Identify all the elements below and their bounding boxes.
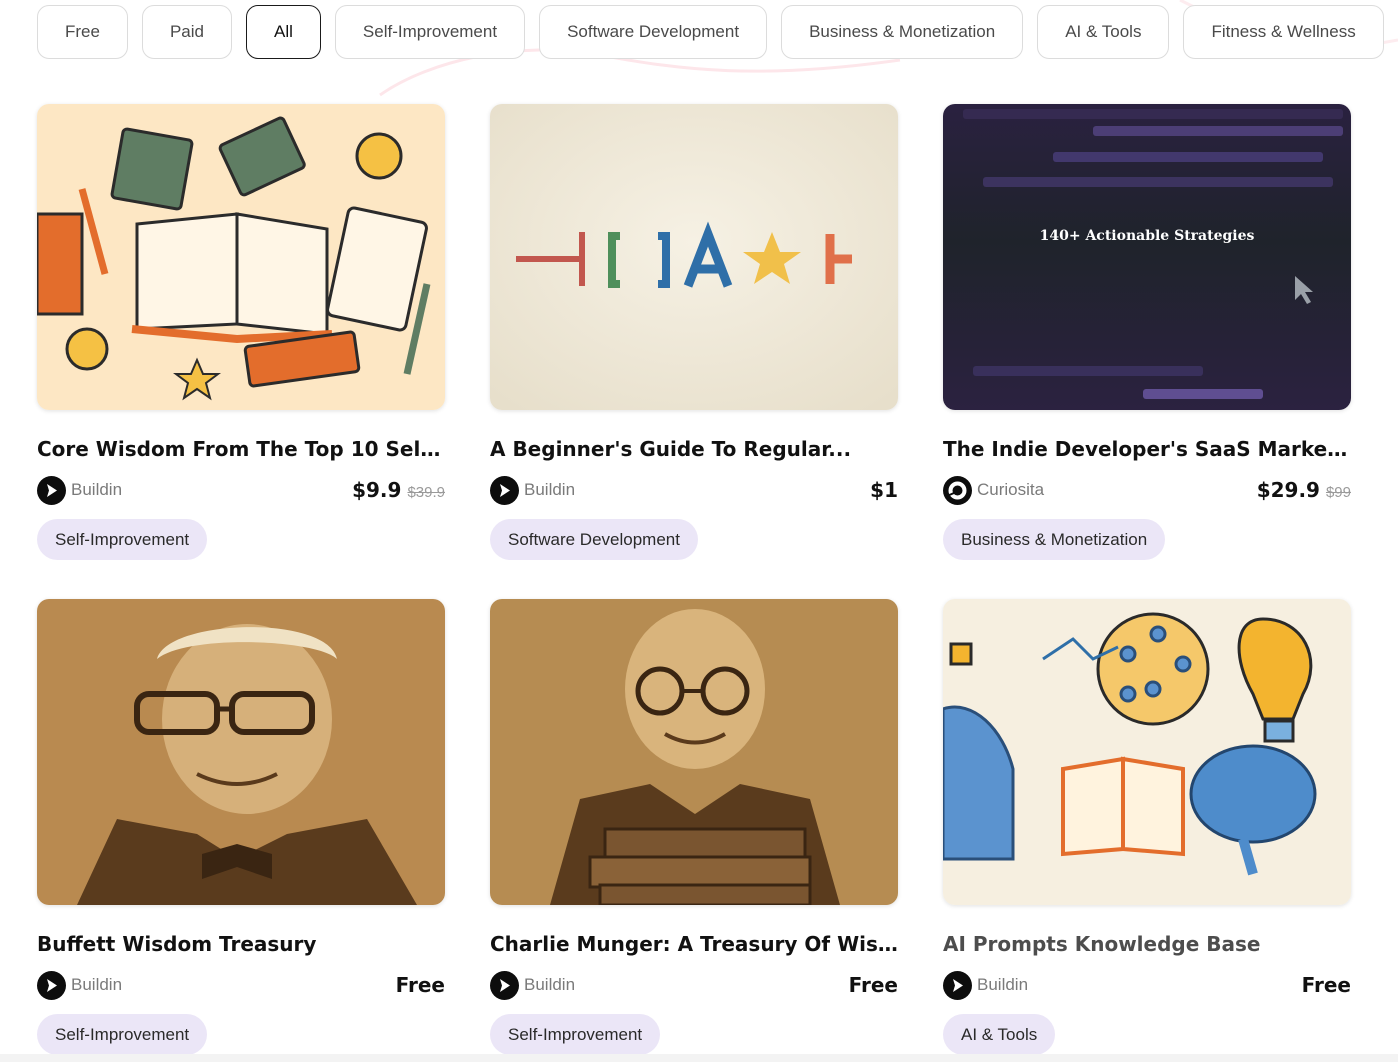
price: $9.9 $39.9 — [352, 478, 445, 502]
product-thumbnail[interactable] — [943, 599, 1351, 905]
buildin-logo-icon — [490, 475, 519, 505]
product-card[interactable]: A Beginner's Guide To Regular... Buildin… — [490, 104, 898, 560]
product-card[interactable]: 140+ Actionable Strategies The Indie Dev… — [943, 104, 1351, 560]
category-tag[interactable]: Self-Improvement — [37, 1014, 208, 1055]
regex-symbols-icon — [490, 104, 898, 410]
product-card[interactable]: Core Wisdom From The Top 10 Self-... Bui… — [37, 104, 445, 560]
engraved-portrait-bowtie-icon — [37, 599, 445, 905]
product-thumbnail[interactable] — [37, 104, 445, 410]
category-tag[interactable]: Self-Improvement — [490, 1014, 661, 1055]
filter-chip-paid[interactable]: Paid — [141, 5, 232, 59]
product-thumbnail[interactable] — [37, 599, 445, 905]
buildin-logo-icon — [37, 475, 66, 505]
ai-brain-illustration-icon — [943, 599, 1351, 905]
engraved-portrait-books-icon — [490, 599, 898, 905]
price: Free — [1302, 973, 1351, 997]
author[interactable]: Buildin — [37, 475, 123, 505]
product-title[interactable]: AI Prompts Knowledge Base — [943, 930, 1351, 958]
curiosita-logo-icon — [943, 475, 972, 505]
filter-chip-business-monetization[interactable]: Business & Monetization — [781, 5, 1024, 59]
category-tag[interactable]: AI & Tools — [943, 1014, 1056, 1055]
code-screen-icon — [943, 104, 1351, 410]
filter-chip-ai-tools[interactable]: AI & Tools — [1037, 5, 1170, 59]
filter-chip-fitness-wellness[interactable]: Fitness & Wellness — [1183, 5, 1384, 59]
product-title[interactable]: The Indie Developer's SaaS Marketing... — [943, 435, 1351, 463]
filter-chip-software-development[interactable]: Software Development — [539, 5, 768, 59]
product-thumbnail[interactable] — [490, 104, 898, 410]
author[interactable]: Buildin — [490, 475, 576, 505]
author-name: Buildin — [977, 975, 1029, 994]
current-price: Free — [1301, 973, 1351, 997]
product-thumbnail[interactable]: 140+ Actionable Strategies — [943, 104, 1351, 410]
original-price: $99 — [1325, 484, 1351, 501]
product-title[interactable]: Buffett Wisdom Treasury — [37, 930, 445, 958]
product-card[interactable]: AI Prompts Knowledge Base Buildin Free A… — [943, 599, 1351, 1055]
books-illustration-icon — [37, 104, 445, 410]
price: $29.9 $99 — [1257, 478, 1351, 502]
author-name: Buildin — [71, 480, 123, 499]
price: Free — [396, 973, 445, 997]
thumbnail-caption: 140+ Actionable Strategies — [1039, 228, 1255, 244]
author[interactable]: Buildin — [490, 970, 576, 1000]
product-card[interactable]: Charlie Munger: A Treasury Of Wisdo... B… — [490, 599, 898, 1055]
current-price: $29.9 — [1256, 478, 1320, 502]
current-price: $1 — [870, 478, 898, 502]
buildin-logo-icon — [943, 970, 972, 1000]
price: Free — [849, 973, 898, 997]
author-name: Curiosita — [977, 480, 1045, 499]
original-price: $39.9 — [407, 484, 445, 501]
filter-chip-self-improvement[interactable]: Self-Improvement — [334, 5, 526, 59]
category-tag[interactable]: Self-Improvement — [37, 519, 208, 560]
category-filter-bar: Free Paid All Self-Improvement Software … — [37, 5, 1398, 60]
product-title[interactable]: A Beginner's Guide To Regular... — [490, 435, 898, 463]
author[interactable]: Buildin — [37, 970, 123, 1000]
buildin-logo-icon — [37, 970, 66, 1000]
author-name: Buildin — [524, 975, 576, 994]
author-name: Buildin — [71, 975, 123, 994]
current-price: $9.9 — [352, 478, 402, 502]
product-card[interactable]: Buffett Wisdom Treasury Buildin Free Sel… — [37, 599, 445, 1055]
buildin-logo-icon — [490, 970, 519, 1000]
price: $1 — [870, 478, 898, 502]
product-title[interactable]: Charlie Munger: A Treasury Of Wisdo... — [490, 930, 898, 958]
filter-chip-all[interactable]: All — [246, 5, 321, 59]
product-thumbnail[interactable] — [490, 599, 898, 905]
category-tag[interactable]: Software Development — [490, 519, 698, 560]
page-bottom-edge — [0, 1054, 1398, 1062]
category-tag[interactable]: Business & Monetization — [943, 519, 1166, 560]
author[interactable]: Buildin — [943, 970, 1029, 1000]
author-name: Buildin — [524, 480, 576, 499]
current-price: Free — [395, 973, 445, 997]
product-title[interactable]: Core Wisdom From The Top 10 Self-... — [37, 435, 445, 463]
filter-chip-free[interactable]: Free — [37, 5, 128, 59]
current-price: Free — [848, 973, 898, 997]
author[interactable]: Curiosita — [943, 475, 1045, 505]
